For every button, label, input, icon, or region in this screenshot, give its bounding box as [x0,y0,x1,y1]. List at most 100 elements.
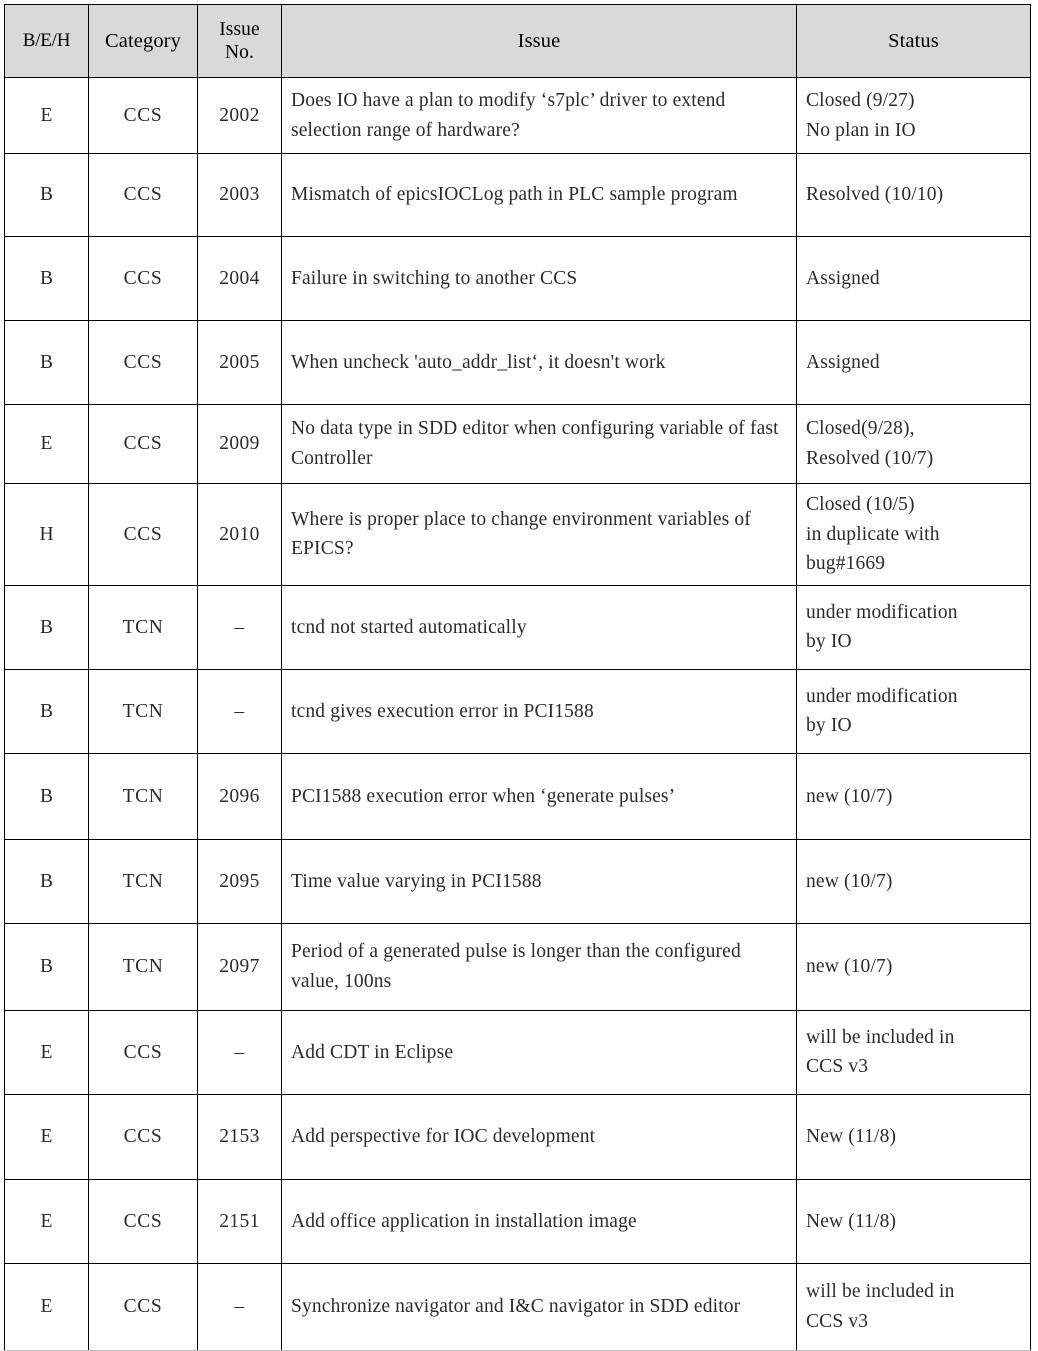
table-body: E CCS 2002 Does IO have a plan to modify… [4,77,1031,1351]
column-header-category: Category [88,4,198,78]
cell-issue: Add office application in installation i… [281,1178,797,1264]
cell-beh: E [4,1178,89,1264]
cell-category: CCS [88,77,198,154]
cell-issue-no: – [197,584,282,670]
table-row: B CCS 2003 Mismatch of epicsIOCLog path … [4,153,1031,237]
cell-category: CCS [88,1093,198,1180]
cell-category: TCN [88,922,198,1011]
cell-beh: B [4,584,89,670]
cell-issue-no: 2003 [197,153,282,237]
cell-status: Assigned [796,320,1031,405]
cell-beh: B [4,320,89,405]
column-header-issue: Issue [281,4,797,78]
cell-beh: E [4,1093,89,1180]
cell-issue: Synchronize navigator and I&C navigator … [281,1262,797,1351]
cell-status: under modification by IO [796,584,1031,670]
table-header-row: B/E/H Category Issue No. Issue Status [4,4,1031,78]
cell-issue: tcnd not started automatically [281,584,797,670]
cell-beh: B [4,668,89,754]
table-row: B TCN 2097 Period of a generated pulse i… [4,922,1031,1011]
cell-category: CCS [88,320,198,405]
cell-beh: B [4,752,89,840]
column-header-issue-no: Issue No. [197,4,282,78]
cell-issue-no: – [197,668,282,754]
cell-status: will be included in CCS v3 [796,1262,1031,1351]
table-header: B/E/H Category Issue No. Issue Status [4,4,1031,78]
table-row: E CCS – Add CDT in Eclipse will be inclu… [4,1009,1031,1095]
cell-status: Closed (9/27) No plan in IO [796,77,1031,154]
cell-beh: B [4,153,89,237]
cell-category: TCN [88,838,198,924]
table-row: E CCS 2009 No data type in SDD editor wh… [4,404,1031,484]
cell-status: New (11/8) [796,1093,1031,1180]
cell-beh: B [4,922,89,1011]
table-row: E CCS 2153 Add perspective for IOC devel… [4,1093,1031,1180]
table-row: E CCS 2151 Add office application in ins… [4,1178,1031,1264]
cell-issue: PCI1588 execution error when ‘generate p… [281,752,797,840]
cell-issue-no: 2153 [197,1093,282,1180]
cell-issue: Where is proper place to change environm… [281,483,797,586]
table-row: E CCS 2002 Does IO have a plan to modify… [4,77,1031,154]
cell-issue-no: 2010 [197,483,282,586]
cell-issue: Mismatch of epicsIOCLog path in PLC samp… [281,153,797,237]
cell-issue: Add perspective for IOC development [281,1093,797,1180]
cell-issue: No data type in SDD editor when configur… [281,404,797,484]
cell-issue-no: 2096 [197,752,282,840]
cell-status: will be included in CCS v3 [796,1009,1031,1095]
cell-issue: Does IO have a plan to modify ‘s7plc’ dr… [281,77,797,154]
cell-status: Assigned [796,236,1031,321]
cell-status: under modification by IO [796,668,1031,754]
cell-category: CCS [88,153,198,237]
issue-tracking-table: B/E/H Category Issue No. Issue Status E … [4,4,1031,1351]
cell-beh: E [4,1009,89,1095]
table-row: B TCN – tcnd not started automatically u… [4,584,1031,670]
cell-category: CCS [88,1009,198,1095]
cell-issue: Failure in switching to another CCS [281,236,797,321]
cell-category: CCS [88,404,198,484]
table-row: B TCN 2095 Time value varying in PCI1588… [4,838,1031,924]
cell-beh: B [4,838,89,924]
cell-status: Closed (10/5) in duplicate with bug#1669 [796,483,1031,586]
table-row: B CCS 2004 Failure in switching to anoth… [4,236,1031,321]
cell-status: new (10/7) [796,838,1031,924]
table-row: E CCS – Synchronize navigator and I&C na… [4,1262,1031,1351]
cell-issue-no: 2004 [197,236,282,321]
cell-category: TCN [88,752,198,840]
cell-issue-no: 2095 [197,838,282,924]
column-header-beh: B/E/H [4,4,89,78]
cell-issue-no: 2097 [197,922,282,1011]
table-row: B TCN – tcnd gives execution error in PC… [4,668,1031,754]
cell-category: TCN [88,584,198,670]
cell-category: CCS [88,236,198,321]
cell-issue-no: – [197,1009,282,1095]
cell-issue: tcnd gives execution error in PCI1588 [281,668,797,754]
cell-issue-no: 2005 [197,320,282,405]
cell-category: TCN [88,668,198,754]
cell-issue: Time value varying in PCI1588 [281,838,797,924]
cell-issue: Add CDT in Eclipse [281,1009,797,1095]
cell-status: new (10/7) [796,752,1031,840]
cell-issue-no: – [197,1262,282,1351]
cell-category: CCS [88,1262,198,1351]
cell-beh: H [4,483,89,586]
table-row: B CCS 2005 When uncheck 'auto_addr_list‘… [4,320,1031,405]
cell-issue: Period of a generated pulse is longer th… [281,922,797,1011]
cell-beh: E [4,1262,89,1351]
cell-beh: E [4,404,89,484]
cell-beh: B [4,236,89,321]
cell-issue-no: 2002 [197,77,282,154]
cell-issue-no: 2009 [197,404,282,484]
cell-status: Closed(9/28), Resolved (10/7) [796,404,1031,484]
cell-category: CCS [88,483,198,586]
table-row: B TCN 2096 PCI1588 execution error when … [4,752,1031,840]
column-header-status: Status [796,4,1031,78]
cell-status: New (11/8) [796,1178,1031,1264]
page-sheet: B/E/H Category Issue No. Issue Status E … [0,4,1038,1351]
cell-issue-no: 2151 [197,1178,282,1264]
cell-category: CCS [88,1178,198,1264]
cell-beh: E [4,77,89,154]
cell-status: Resolved (10/10) [796,153,1031,237]
cell-issue: When uncheck 'auto_addr_list‘, it doesn'… [281,320,797,405]
cell-status: new (10/7) [796,922,1031,1011]
table-row: H CCS 2010 Where is proper place to chan… [4,483,1031,586]
